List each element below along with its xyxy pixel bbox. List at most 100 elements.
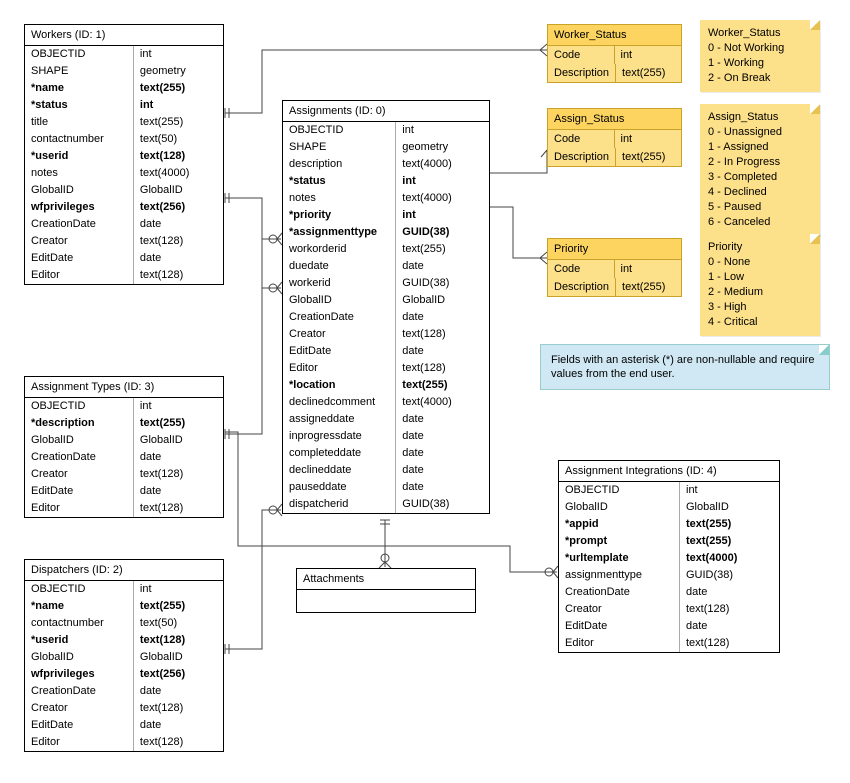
- field-name: Code: [548, 130, 615, 148]
- field-type: GUID(38): [396, 496, 489, 513]
- field-name: wfprivileges: [25, 666, 134, 683]
- note-line: 3 - High: [708, 300, 812, 315]
- field-type: text(255): [396, 241, 489, 258]
- field-type: text(128): [396, 360, 489, 377]
- field-row: CreationDatedate: [559, 584, 779, 601]
- field-name: OBJECTID: [559, 482, 680, 499]
- field-name: workorderid: [283, 241, 396, 258]
- field-type: text(128): [134, 466, 223, 483]
- field-name: contactnumber: [25, 131, 134, 148]
- field-type: date: [134, 216, 223, 233]
- field-type: GUID(38): [396, 224, 489, 241]
- field-name: CreationDate: [25, 216, 134, 233]
- field-type: text(4000): [396, 190, 489, 207]
- field-name: *assignmenttype: [283, 224, 396, 241]
- field-type: GlobalID: [134, 432, 223, 449]
- field-row: *appidtext(255): [559, 516, 779, 533]
- field-row: Creatortext(128): [25, 233, 223, 250]
- field-row: Creatortext(128): [283, 326, 489, 343]
- field-type: date: [396, 309, 489, 326]
- field-name: Editor: [25, 734, 134, 751]
- field-name: Editor: [25, 267, 134, 284]
- field-row: notestext(4000): [25, 165, 223, 182]
- field-type: geometry: [134, 63, 223, 80]
- field-type: text(128): [134, 700, 223, 717]
- field-type: text(255): [134, 114, 223, 131]
- field-type: int: [134, 398, 223, 415]
- field-type: int: [615, 46, 682, 64]
- field-row: Codeint: [548, 46, 681, 64]
- field-type: int: [396, 207, 489, 224]
- field-row: Codeint: [548, 130, 681, 148]
- field-name: notes: [25, 165, 134, 182]
- field-type: text(255): [616, 278, 683, 296]
- field-row: notestext(4000): [283, 190, 489, 207]
- entity-attachments: Attachments: [296, 568, 476, 613]
- field-type: text(255): [134, 598, 223, 615]
- field-type: text(256): [134, 199, 223, 216]
- field-row: workorderidtext(255): [283, 241, 489, 258]
- field-type: int: [134, 581, 223, 598]
- field-type: text(50): [134, 131, 223, 148]
- field-row: dispatcheridGUID(38): [283, 496, 489, 513]
- field-row: declineddatedate: [283, 462, 489, 479]
- field-type: text(128): [134, 734, 223, 751]
- field-row: Editortext(128): [283, 360, 489, 377]
- field-row: descriptiontext(4000): [283, 156, 489, 173]
- note-line: 5 - Paused: [708, 200, 812, 215]
- field-row: Descriptiontext(255): [548, 148, 681, 166]
- field-name: GlobalID: [559, 499, 680, 516]
- entity-assignment-types: Assignment Types (ID: 3) OBJECTIDint*des…: [24, 376, 224, 518]
- entity-title: Workers (ID: 1): [25, 25, 223, 46]
- note-title: Assign_Status: [708, 110, 812, 125]
- field-name: workerid: [283, 275, 396, 292]
- field-row: OBJECTIDint: [25, 46, 223, 63]
- field-row: GlobalIDGlobalID: [283, 292, 489, 309]
- lookup-worker-status: Worker_Status CodeintDescriptiontext(255…: [547, 24, 682, 83]
- field-type: text(128): [134, 148, 223, 165]
- field-row: SHAPEgeometry: [283, 139, 489, 156]
- field-row: OBJECTIDint: [283, 122, 489, 139]
- entity-assignments: Assignments (ID: 0) OBJECTIDintSHAPEgeom…: [282, 100, 490, 514]
- field-row: SHAPEgeometry: [25, 63, 223, 80]
- field-row: *locationtext(255): [283, 377, 489, 394]
- field-name: Editor: [25, 500, 134, 517]
- field-name: Creator: [25, 700, 134, 717]
- field-name: OBJECTID: [25, 398, 134, 415]
- note-line: 0 - None: [708, 255, 812, 270]
- field-row: inprogressdatedate: [283, 428, 489, 445]
- field-type: date: [134, 683, 223, 700]
- field-row: workeridGUID(38): [283, 275, 489, 292]
- field-row: EditDatedate: [283, 343, 489, 360]
- field-type: text(255): [134, 80, 223, 97]
- field-row: EditDatedate: [559, 618, 779, 635]
- field-type: text(128): [680, 601, 779, 618]
- note-title: Priority: [708, 240, 812, 255]
- lookup-priority: Priority CodeintDescriptiontext(255): [547, 238, 682, 297]
- field-name: GlobalID: [25, 432, 134, 449]
- field-name: *status: [283, 173, 396, 190]
- field-name: OBJECTID: [283, 122, 396, 139]
- field-name: Code: [548, 260, 615, 278]
- field-type: text(4000): [134, 165, 223, 182]
- field-name: assigneddate: [283, 411, 396, 428]
- field-name: Creator: [559, 601, 680, 618]
- field-type: text(4000): [680, 550, 779, 567]
- field-row: contactnumbertext(50): [25, 615, 223, 632]
- field-type: date: [396, 343, 489, 360]
- field-row: GlobalIDGlobalID: [25, 649, 223, 666]
- field-name: Editor: [559, 635, 680, 652]
- field-type: date: [134, 483, 223, 500]
- field-name: *description: [25, 415, 134, 432]
- field-type: text(128): [134, 267, 223, 284]
- field-name: GlobalID: [25, 182, 134, 199]
- field-row: *priorityint: [283, 207, 489, 224]
- field-row: Codeint: [548, 260, 681, 278]
- field-name: OBJECTID: [25, 581, 134, 598]
- field-type: text(256): [134, 666, 223, 683]
- field-type: text(255): [680, 533, 779, 550]
- field-name: OBJECTID: [25, 46, 134, 63]
- entity-title: Attachments: [297, 569, 475, 590]
- field-type: date: [396, 258, 489, 275]
- field-type: text(255): [616, 148, 683, 166]
